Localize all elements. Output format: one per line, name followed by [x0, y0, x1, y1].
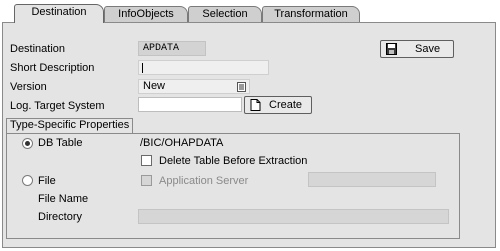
log-target-system-label: Log. Target System	[10, 100, 105, 112]
delete-table-label: Delete Table Before Extraction	[159, 155, 308, 167]
new-document-icon	[250, 99, 261, 111]
tab-infoobjects[interactable]: InfoObjects	[104, 6, 188, 22]
dropdown-list-icon[interactable]	[237, 82, 246, 92]
save-button[interactable]: Save	[380, 40, 454, 58]
version-select[interactable]: New	[138, 79, 250, 94]
db-table-radio[interactable]	[22, 138, 33, 149]
floppy-disk-icon	[386, 43, 397, 55]
file-radio[interactable]	[22, 175, 33, 186]
delete-table-checkbox[interactable]	[141, 155, 152, 166]
short-description-label: Short Description	[10, 62, 95, 74]
tab-selection[interactable]: Selection	[188, 6, 262, 22]
version-value: New	[143, 80, 166, 92]
log-target-system-input[interactable]	[138, 97, 242, 112]
tab-transformation[interactable]: Transformation	[262, 6, 360, 22]
create-button[interactable]: Create	[244, 96, 312, 114]
version-label: Version	[10, 81, 47, 93]
create-button-label: Create	[269, 99, 303, 111]
tab-destination[interactable]: Destination	[14, 4, 104, 23]
db-table-label: DB Table	[38, 137, 83, 149]
file-name-label: File Name	[38, 193, 89, 205]
destination-field: APDATA	[138, 41, 206, 56]
destination-label: Destination	[10, 43, 66, 55]
directory-field	[138, 209, 449, 224]
short-description-input[interactable]	[138, 60, 269, 75]
application-server-checkbox	[141, 175, 152, 186]
radio-selected-dot	[25, 141, 30, 146]
directory-label: Directory	[38, 211, 83, 223]
type-specific-properties-title: Type-Specific Properties	[6, 118, 133, 133]
save-button-label: Save	[415, 43, 441, 55]
application-server-label: Application Server	[159, 175, 249, 187]
tab-strip: Destination InfoObjects Selection Transf…	[6, 4, 366, 23]
db-table-value: /BIC/OHAPDATA	[140, 137, 224, 149]
application-server-field	[308, 172, 436, 187]
text-cursor	[142, 63, 143, 73]
file-label: File	[38, 175, 56, 187]
